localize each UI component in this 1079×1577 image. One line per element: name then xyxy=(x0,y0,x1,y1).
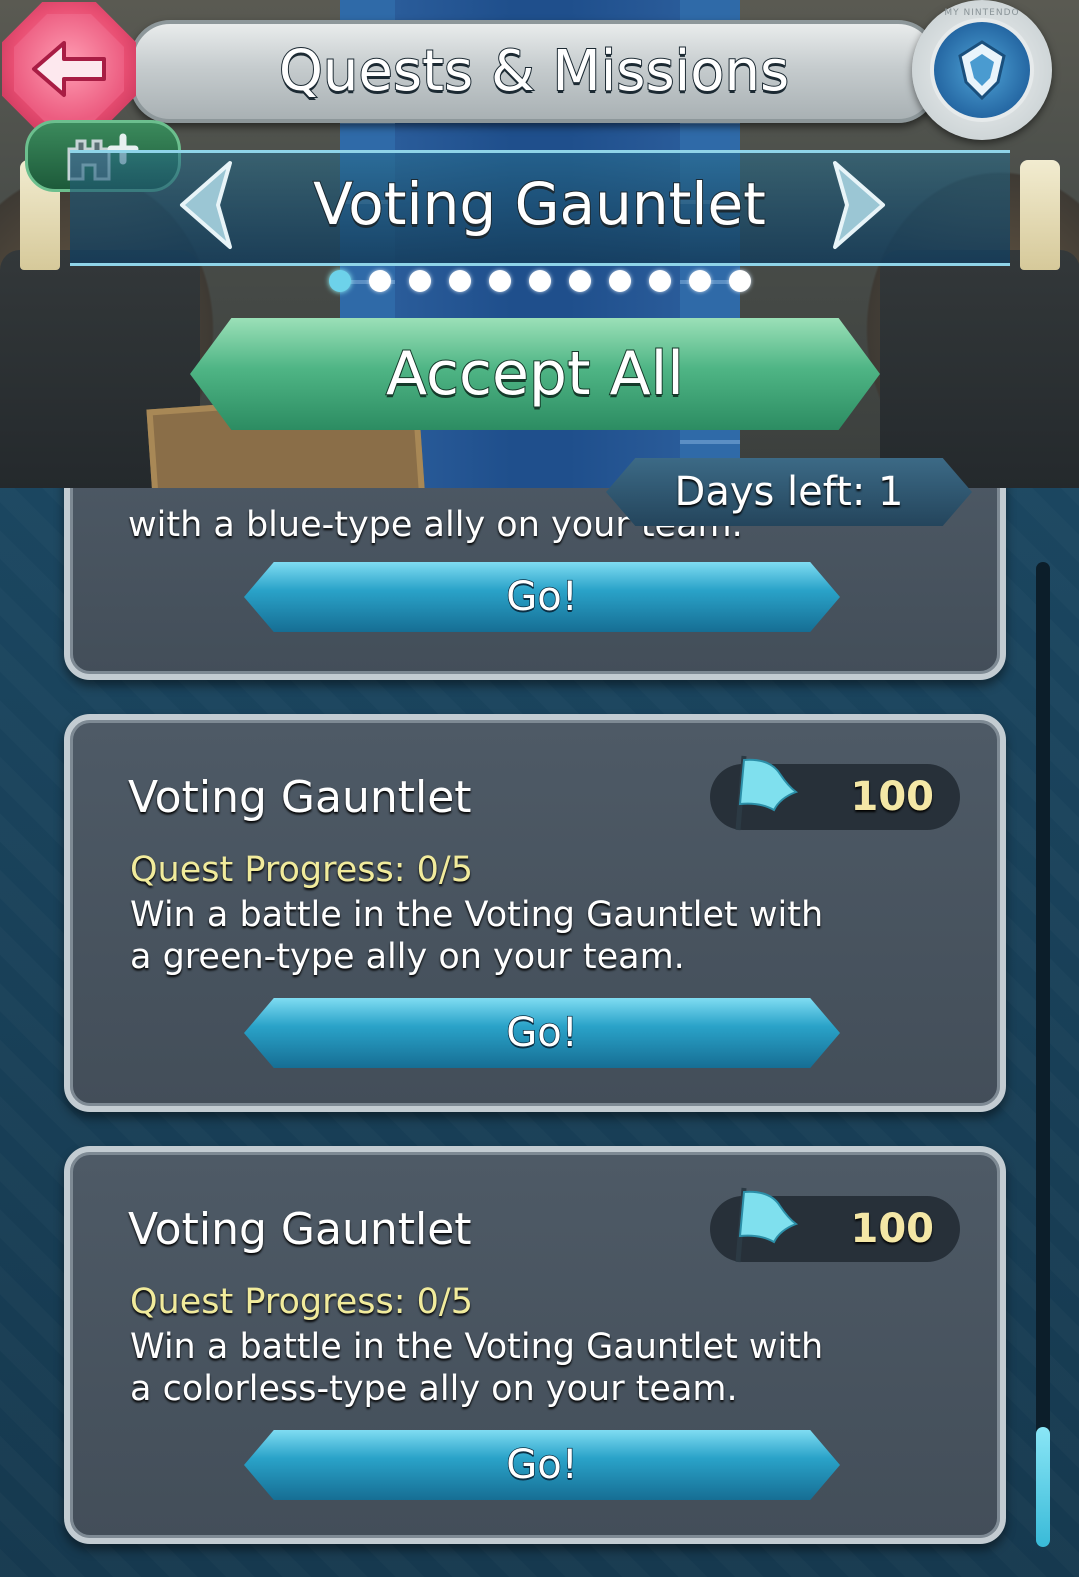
quest-description-line: a colorless-type ally on your team. xyxy=(130,1369,738,1409)
go-label: Go! xyxy=(505,1009,578,1057)
page-dot[interactable] xyxy=(448,270,471,292)
reward-amount: 100 xyxy=(850,1206,935,1252)
go-button[interactable]: Go! xyxy=(244,1430,840,1500)
page-dot[interactable] xyxy=(688,270,711,292)
accept-all-label: Accept All xyxy=(385,338,685,410)
quest-progress: Quest Progress: 0/5 xyxy=(130,1282,473,1322)
scrollbar-thumb[interactable] xyxy=(1036,1427,1050,1547)
accept-all-button[interactable]: Accept All xyxy=(190,318,880,430)
quest-description-line: Win a battle in the Voting Gauntlet with xyxy=(130,1327,824,1367)
quest-description: Win a battle in the Voting Gauntlet with… xyxy=(130,1326,850,1410)
back-button[interactable] xyxy=(2,2,136,136)
category-title: Voting Gauntlet xyxy=(312,169,767,239)
quest-description-line: a green-type ally on your team. xyxy=(130,937,685,977)
feather-flag-icon xyxy=(735,1187,799,1263)
next-category-button[interactable] xyxy=(820,150,900,260)
quest-description: Win a battle in the Voting Gauntlet with… xyxy=(130,894,850,978)
chevron-right-icon xyxy=(833,161,885,249)
page-dot[interactable] xyxy=(408,270,431,292)
page-indicator xyxy=(0,270,1079,292)
quest-card: Voting Gauntlet 100 Quest Progress: 0/5 … xyxy=(64,1146,1006,1544)
days-left-tag: Days left: 1 xyxy=(606,458,972,526)
my-nintendo-button[interactable]: MY NINTENDO xyxy=(912,0,1052,140)
page-dot[interactable] xyxy=(648,270,671,292)
quest-description-line: Win a battle in the Voting Gauntlet with xyxy=(130,895,824,935)
quest-progress: Quest Progress: 0/5 xyxy=(130,850,473,890)
days-left-label: Days left: 1 xyxy=(674,469,904,515)
page-dot[interactable] xyxy=(568,270,591,292)
reward-amount: 100 xyxy=(850,774,935,820)
scrollbar[interactable] xyxy=(1036,562,1050,1547)
page-dot[interactable] xyxy=(368,270,391,292)
quest-title: Voting Gauntlet xyxy=(128,1204,472,1255)
go-button[interactable]: Go! xyxy=(244,998,840,1068)
go-label: Go! xyxy=(505,573,578,621)
feather-flag-icon xyxy=(735,755,799,831)
badge-ring-text: MY NINTENDO xyxy=(944,8,1020,18)
page-dot[interactable] xyxy=(728,270,751,292)
go-label: Go! xyxy=(505,1441,578,1489)
my-nintendo-emblem-icon xyxy=(930,18,1034,122)
go-button[interactable]: Go! xyxy=(244,562,840,632)
page-dot[interactable] xyxy=(488,270,511,292)
title-bar: Quests & Missions xyxy=(130,20,938,123)
back-arrow-icon xyxy=(32,41,106,97)
quest-title: Voting Gauntlet xyxy=(128,772,472,823)
page-dot[interactable] xyxy=(608,270,631,292)
page-dot[interactable] xyxy=(528,270,551,292)
back-button-face xyxy=(14,14,124,124)
reward-badge: 100 xyxy=(710,755,960,831)
quest-list[interactable]: with a blue-type ally on your team. Go! … xyxy=(0,488,1079,1577)
quest-card: Voting Gauntlet 100 Quest Progress: 0/5 … xyxy=(64,714,1006,1112)
page-title: Quests & Missions xyxy=(278,38,790,105)
page-dot[interactable] xyxy=(328,270,351,292)
reward-badge: 100 xyxy=(710,1187,960,1263)
